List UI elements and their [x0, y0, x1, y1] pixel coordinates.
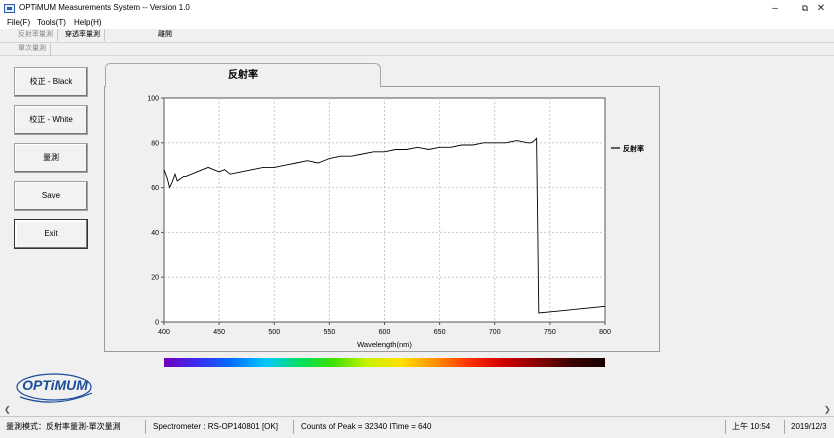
minimize-icon[interactable]: –	[762, 0, 788, 17]
status-mode: 量測模式：反射率量測-單次量測	[3, 420, 146, 434]
x-axis-label: Wavelength(nm)	[357, 340, 412, 349]
x-tick-label: 500	[268, 329, 280, 336]
y-tick-label: 0	[155, 320, 159, 327]
x-tick-label: 450	[213, 329, 225, 336]
x-tick-label: 650	[434, 329, 446, 336]
tab-exit[interactable]: 離開	[154, 29, 176, 41]
y-tick-label: 60	[151, 185, 159, 192]
status-date: 2019/12/3	[791, 422, 827, 431]
tab-reflectance[interactable]: 反射率量測	[14, 29, 58, 41]
reflectance-chart: 400 450 500 550 600 650 700 750 800 0 20 40 60 80 100 W…	[147, 96, 644, 350]
status-spectrometer: Spectrometer : RS-OP140801 [OK]	[150, 420, 294, 434]
tab-single-measure[interactable]: 單次量測	[14, 43, 51, 55]
window-title: OPTiMUM Measurements System -- Version 1…	[19, 3, 190, 12]
scroll-right-icon[interactable]: ❯	[824, 405, 831, 415]
optimum-logo: OPTiMUM	[16, 373, 93, 403]
app-icon[interactable]	[4, 4, 15, 13]
x-tick-label: 400	[158, 329, 170, 336]
x-tick-label: 700	[489, 329, 501, 336]
status-time: 上午 10:54	[729, 420, 785, 434]
tab-transmittance[interactable]: 穿透率量測	[61, 29, 105, 41]
exit-button[interactable]: Exit	[14, 219, 88, 249]
calibrate-black-button[interactable]: 校正 - Black	[14, 67, 88, 97]
x-tick-label: 550	[324, 329, 336, 336]
legend-label: 反射率	[623, 144, 644, 153]
x-tick-label: 750	[544, 329, 556, 336]
spectrum-color-bar	[164, 358, 605, 367]
status-bar: 量測模式：反射率量測-單次量測 Spectrometer : RS-OP1408…	[0, 416, 834, 438]
tab-reflectance-chart[interactable]: 反射率	[105, 63, 381, 87]
logo-text: OPTiMUM	[22, 377, 88, 393]
x-tick-label: 800	[599, 329, 611, 336]
mode-tab-bar: 反射率量測 穿透率量測 離開	[0, 29, 834, 43]
menu-bar: File(F) Tools(T) Help(H)	[0, 17, 834, 29]
y-tick-label: 20	[151, 275, 159, 282]
menu-tools[interactable]: Tools(T)	[37, 17, 66, 28]
y-tick-label: 100	[147, 96, 159, 103]
x-tick-label: 600	[379, 329, 391, 336]
y-tick-label: 80	[151, 140, 159, 147]
sub-tab-bar: 單次量測	[0, 43, 834, 56]
y-tick-label: 40	[151, 230, 159, 237]
close-icon[interactable]: ✕	[808, 0, 834, 17]
menu-help[interactable]: Help(H)	[74, 17, 102, 28]
horizontal-scrollbar[interactable]: ❮ ❯	[0, 405, 834, 415]
title-bar: OPTiMUM Measurements System -- Version 1…	[0, 0, 834, 17]
save-button[interactable]: Save	[14, 181, 88, 211]
measure-button[interactable]: 量測	[14, 143, 88, 173]
scroll-left-icon[interactable]: ❮	[4, 405, 11, 415]
status-counts: Counts of Peak = 32340 ITime = 640	[298, 420, 726, 434]
calibrate-white-button[interactable]: 校正 - White	[14, 105, 88, 135]
menu-file[interactable]: File(F)	[7, 17, 30, 28]
